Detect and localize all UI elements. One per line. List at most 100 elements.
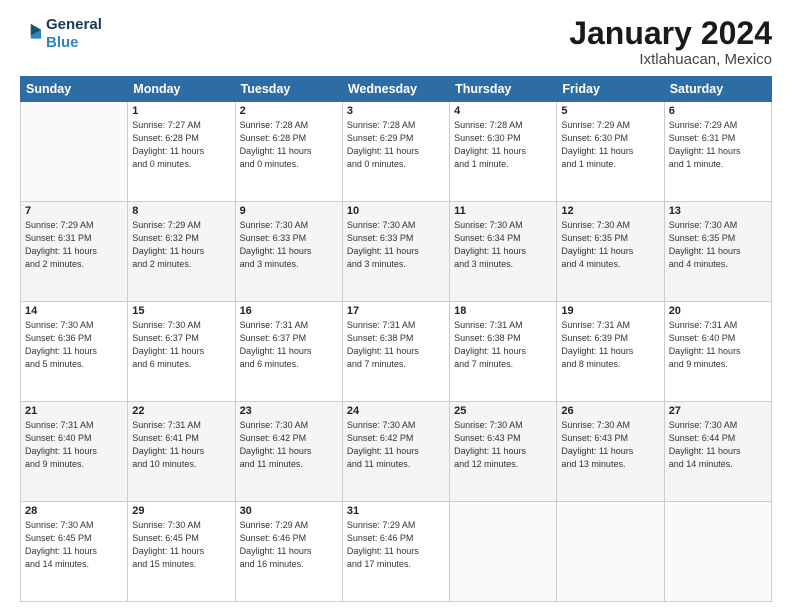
calendar-cell	[664, 502, 771, 602]
day-info: Sunrise: 7:30 AMSunset: 6:35 PMDaylight:…	[669, 219, 767, 271]
day-number: 21	[25, 405, 123, 417]
day-info: Sunrise: 7:30 AMSunset: 6:42 PMDaylight:…	[347, 419, 445, 471]
day-info: Sunrise: 7:30 AMSunset: 6:36 PMDaylight:…	[25, 319, 123, 371]
day-info: Sunrise: 7:30 AMSunset: 6:42 PMDaylight:…	[240, 419, 338, 471]
calendar-cell: 31Sunrise: 7:29 AMSunset: 6:46 PMDayligh…	[342, 502, 449, 602]
day-number: 20	[669, 305, 767, 317]
calendar-header-saturday: Saturday	[664, 77, 771, 102]
calendar-header-monday: Monday	[128, 77, 235, 102]
day-info: Sunrise: 7:30 AMSunset: 6:44 PMDaylight:…	[669, 419, 767, 471]
day-info: Sunrise: 7:30 AMSunset: 6:45 PMDaylight:…	[132, 519, 230, 571]
calendar-cell: 29 Sunrise: 7:30 AMSunset: 6:45 PMDayligh…	[128, 502, 235, 602]
title-block: January 2024 Ixtlahuacan, Mexico	[569, 16, 772, 68]
day-number: 25	[454, 405, 552, 417]
day-info: Sunrise: 7:30 AMSunset: 6:43 PMDaylight:…	[561, 419, 659, 471]
day-number: 29	[132, 505, 230, 517]
day-info: Sunrise: 7:30 AMSunset: 6:33 PMDaylight:…	[347, 219, 445, 271]
calendar-cell: 11 Sunrise: 7:30 AMSunset: 6:34 PMDayligh…	[450, 202, 557, 302]
day-info: Sunrise: 7:31 AMSunset: 6:37 PMDaylight:…	[240, 319, 338, 371]
month-title: January 2024	[569, 16, 772, 51]
day-info: Sunrise: 7:28 AMSunset: 6:30 PMDaylight:…	[454, 119, 552, 171]
calendar-cell: 28Sunrise: 7:30 AMSunset: 6:45 PMDayligh…	[21, 502, 128, 602]
day-info: Sunrise: 7:29 AMSunset: 6:46 PMDaylight:…	[347, 519, 445, 571]
day-info: Sunrise: 7:30 AMSunset: 6:33 PMDaylight:…	[240, 219, 338, 271]
day-number: 5	[561, 105, 659, 117]
page-header: General Blue January 2024 Ixtlahuacan, M…	[20, 16, 772, 68]
day-number: 12	[561, 205, 659, 217]
day-number: 22	[132, 405, 230, 417]
day-info: Sunrise: 7:31 AMSunset: 6:40 PMDaylight:…	[669, 319, 767, 371]
calendar-cell: 9 Sunrise: 7:30 AMSunset: 6:33 PMDaylight…	[235, 202, 342, 302]
day-info: Sunrise: 7:30 AMSunset: 6:35 PMDaylight:…	[561, 219, 659, 271]
logo: General Blue	[20, 16, 102, 52]
calendar-header-thursday: Thursday	[450, 77, 557, 102]
day-info: Sunrise: 7:30 AMSunset: 6:37 PMDaylight:…	[132, 319, 230, 371]
day-number: 15	[132, 305, 230, 317]
calendar-header-tuesday: Tuesday	[235, 77, 342, 102]
calendar-cell	[21, 102, 128, 202]
day-info: Sunrise: 7:30 AMSunset: 6:34 PMDaylight:…	[454, 219, 552, 271]
day-number: 30	[240, 505, 338, 517]
day-number: 6	[669, 105, 767, 117]
day-info: Sunrise: 7:29 AMSunset: 6:46 PMDaylight:…	[240, 519, 338, 571]
day-info: Sunrise: 7:28 AMSunset: 6:28 PMDaylight:…	[240, 119, 338, 171]
calendar-header-row: SundayMondayTuesdayWednesdayThursdayFrid…	[21, 77, 772, 102]
day-number: 16	[240, 305, 338, 317]
calendar-cell: 1 Sunrise: 7:27 AMSunset: 6:28 PMDaylight…	[128, 102, 235, 202]
calendar-cell: 14 Sunrise: 7:30 AMSunset: 6:36 PMDayligh…	[21, 302, 128, 402]
calendar-week-row: 14 Sunrise: 7:30 AMSunset: 6:36 PMDayligh…	[21, 302, 772, 402]
day-info: Sunrise: 7:29 AMSunset: 6:32 PMDaylight:…	[132, 219, 230, 271]
calendar-cell: 13 Sunrise: 7:30 AMSunset: 6:35 PMDayligh…	[664, 202, 771, 302]
day-number: 9	[240, 205, 338, 217]
calendar-cell: 2 Sunrise: 7:28 AMSunset: 6:28 PMDaylight…	[235, 102, 342, 202]
calendar-cell: 26 Sunrise: 7:30 AMSunset: 6:43 PMDayligh…	[557, 402, 664, 502]
calendar-week-row: 1 Sunrise: 7:27 AMSunset: 6:28 PMDaylight…	[21, 102, 772, 202]
calendar-cell: 3 Sunrise: 7:28 AMSunset: 6:29 PMDaylight…	[342, 102, 449, 202]
calendar-cell: 20 Sunrise: 7:31 AMSunset: 6:40 PMDayligh…	[664, 302, 771, 402]
calendar-table: SundayMondayTuesdayWednesdayThursdayFrid…	[20, 76, 772, 602]
calendar-cell: 6 Sunrise: 7:29 AMSunset: 6:31 PMDaylight…	[664, 102, 771, 202]
calendar-cell: 21 Sunrise: 7:31 AMSunset: 6:40 PMDayligh…	[21, 402, 128, 502]
day-number: 19	[561, 305, 659, 317]
calendar-cell: 12 Sunrise: 7:30 AMSunset: 6:35 PMDayligh…	[557, 202, 664, 302]
day-number: 7	[25, 205, 123, 217]
calendar-cell: 17Sunrise: 7:31 AMSunset: 6:38 PMDayligh…	[342, 302, 449, 402]
calendar-cell	[557, 502, 664, 602]
day-number: 26	[561, 405, 659, 417]
day-number: 8	[132, 205, 230, 217]
day-info: Sunrise: 7:31 AMSunset: 6:38 PMDaylight:…	[454, 319, 552, 371]
day-info: Sunrise: 7:29 AMSunset: 6:31 PMDaylight:…	[25, 219, 123, 271]
day-info: Sunrise: 7:27 AMSunset: 6:28 PMDaylight:…	[132, 119, 230, 171]
day-info: Sunrise: 7:31 AMSunset: 6:40 PMDaylight:…	[25, 419, 123, 471]
calendar-cell: 5 Sunrise: 7:29 AMSunset: 6:30 PMDaylight…	[557, 102, 664, 202]
calendar-cell: 16 Sunrise: 7:31 AMSunset: 6:37 PMDayligh…	[235, 302, 342, 402]
day-number: 13	[669, 205, 767, 217]
day-info: Sunrise: 7:31 AMSunset: 6:41 PMDaylight:…	[132, 419, 230, 471]
day-info: Sunrise: 7:29 AMSunset: 6:30 PMDaylight:…	[561, 119, 659, 171]
calendar-cell: 30 Sunrise: 7:29 AMSunset: 6:46 PMDayligh…	[235, 502, 342, 602]
day-info: Sunrise: 7:30 AMSunset: 6:45 PMDaylight:…	[25, 519, 123, 571]
calendar-cell: 15 Sunrise: 7:30 AMSunset: 6:37 PMDayligh…	[128, 302, 235, 402]
day-info: Sunrise: 7:28 AMSunset: 6:29 PMDaylight:…	[347, 119, 445, 171]
calendar-header-friday: Friday	[557, 77, 664, 102]
calendar-cell: 24 Sunrise: 7:30 AMSunset: 6:42 PMDayligh…	[342, 402, 449, 502]
calendar-cell: 10Sunrise: 7:30 AMSunset: 6:33 PMDayligh…	[342, 202, 449, 302]
location-title: Ixtlahuacan, Mexico	[569, 51, 772, 68]
calendar-cell	[450, 502, 557, 602]
day-number: 4	[454, 105, 552, 117]
calendar-header-wednesday: Wednesday	[342, 77, 449, 102]
calendar-week-row: 7 Sunrise: 7:29 AMSunset: 6:31 PMDaylight…	[21, 202, 772, 302]
day-number: 24	[347, 405, 445, 417]
day-number: 1	[132, 105, 230, 117]
calendar-cell: 19 Sunrise: 7:31 AMSunset: 6:39 PMDayligh…	[557, 302, 664, 402]
day-number: 18	[454, 305, 552, 317]
day-number: 3	[347, 105, 445, 117]
day-info: Sunrise: 7:29 AMSunset: 6:31 PMDaylight:…	[669, 119, 767, 171]
day-number: 2	[240, 105, 338, 117]
calendar-cell: 23Sunrise: 7:30 AMSunset: 6:42 PMDayligh…	[235, 402, 342, 502]
day-number: 11	[454, 205, 552, 217]
calendar-cell: 27Sunrise: 7:30 AMSunset: 6:44 PMDayligh…	[664, 402, 771, 502]
calendar-cell: 22 Sunrise: 7:31 AMSunset: 6:41 PMDayligh…	[128, 402, 235, 502]
day-info: Sunrise: 7:31 AMSunset: 6:39 PMDaylight:…	[561, 319, 659, 371]
day-number: 14	[25, 305, 123, 317]
